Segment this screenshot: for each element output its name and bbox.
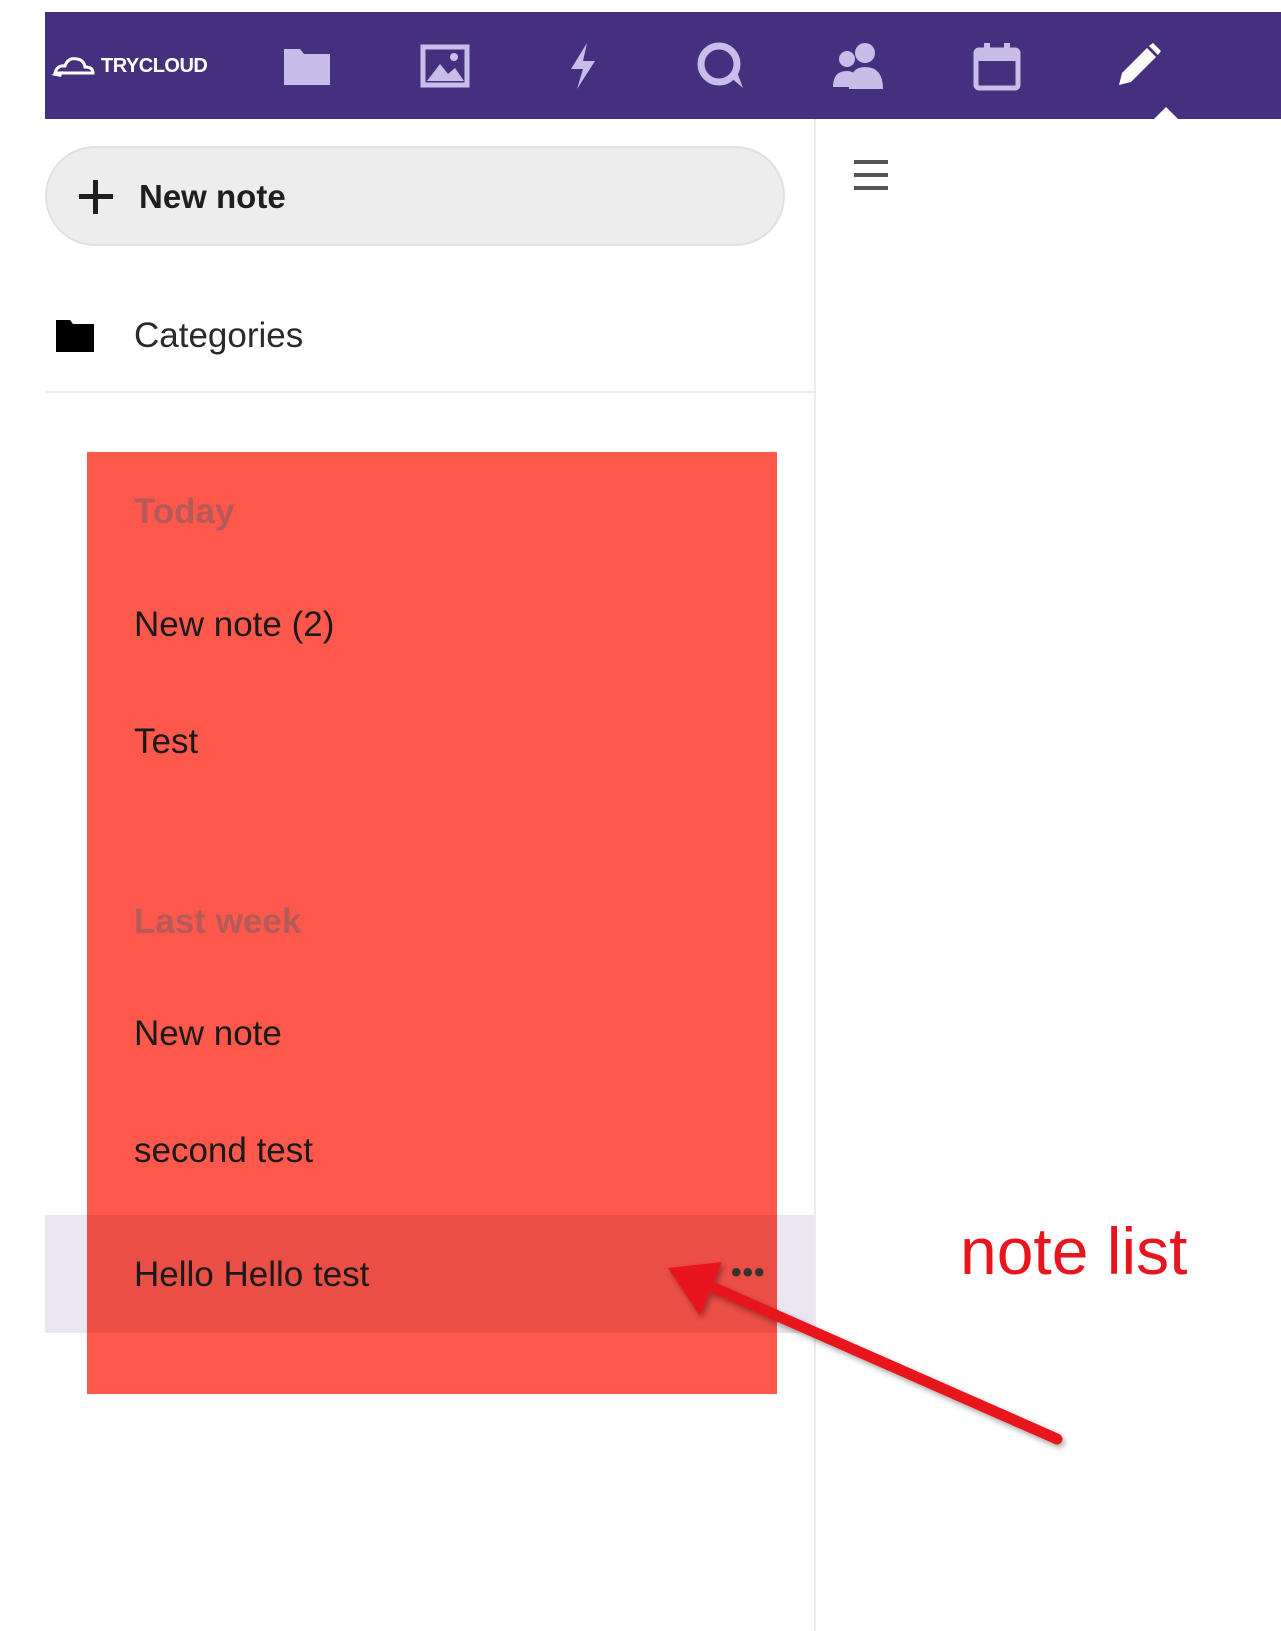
notes-app-button[interactable] <box>1110 38 1166 94</box>
note-title-selected[interactable]: Hello Hello test <box>134 1255 369 1295</box>
folder-icon <box>284 49 330 85</box>
logo-text: TRYCLOUD <box>101 54 208 77</box>
activity-app-button[interactable] <box>555 38 611 94</box>
section-heading-today: Today <box>134 492 235 531</box>
activity-icon <box>571 43 595 89</box>
note-title: second test <box>134 1131 313 1170</box>
contacts-icon <box>833 43 883 89</box>
note-title: New note <box>134 1014 282 1053</box>
folder-icon <box>56 320 94 352</box>
contacts-app-button[interactable] <box>831 38 887 94</box>
calendar-icon <box>973 43 1021 91</box>
talk-icon <box>697 42 743 88</box>
note-list-item[interactable]: New note <box>87 976 777 1093</box>
plus-icon <box>79 180 113 214</box>
note-list-item[interactable]: second test <box>87 1093 777 1210</box>
talk-app-button[interactable] <box>693 38 749 94</box>
app-navigation: New note Categories Today New note (2) T… <box>45 119 816 1631</box>
new-note-button[interactable]: New note <box>45 146 785 246</box>
top-navigation-bar: TRYCLOUD <box>45 12 1281 131</box>
annotation-label: note list <box>960 1214 1188 1288</box>
calendar-app-button[interactable] <box>969 38 1025 94</box>
files-app-button[interactable] <box>279 38 335 94</box>
image-icon <box>420 44 470 88</box>
new-note-label: New note <box>139 178 286 215</box>
categories-label: Categories <box>134 316 304 355</box>
active-app-indicator <box>1142 107 1190 131</box>
sidebar-divider <box>45 391 814 393</box>
note-title: New note (2) <box>134 605 335 644</box>
categories-item[interactable]: Categories <box>45 284 814 394</box>
cloud-logo-icon <box>51 57 95 77</box>
menu-icon[interactable] <box>852 157 892 197</box>
photos-app-button[interactable] <box>417 38 473 94</box>
trycloud-logo[interactable]: TRYCLOUD <box>51 48 208 84</box>
section-heading-last-week: Last week <box>134 902 302 941</box>
pencil-icon <box>1119 43 1161 85</box>
note-list-item[interactable]: Test <box>87 684 777 801</box>
note-title: Test <box>134 722 199 761</box>
more-actions-icon[interactable]: ••• <box>731 1258 766 1288</box>
note-list-item[interactable]: New note (2) <box>87 567 777 684</box>
